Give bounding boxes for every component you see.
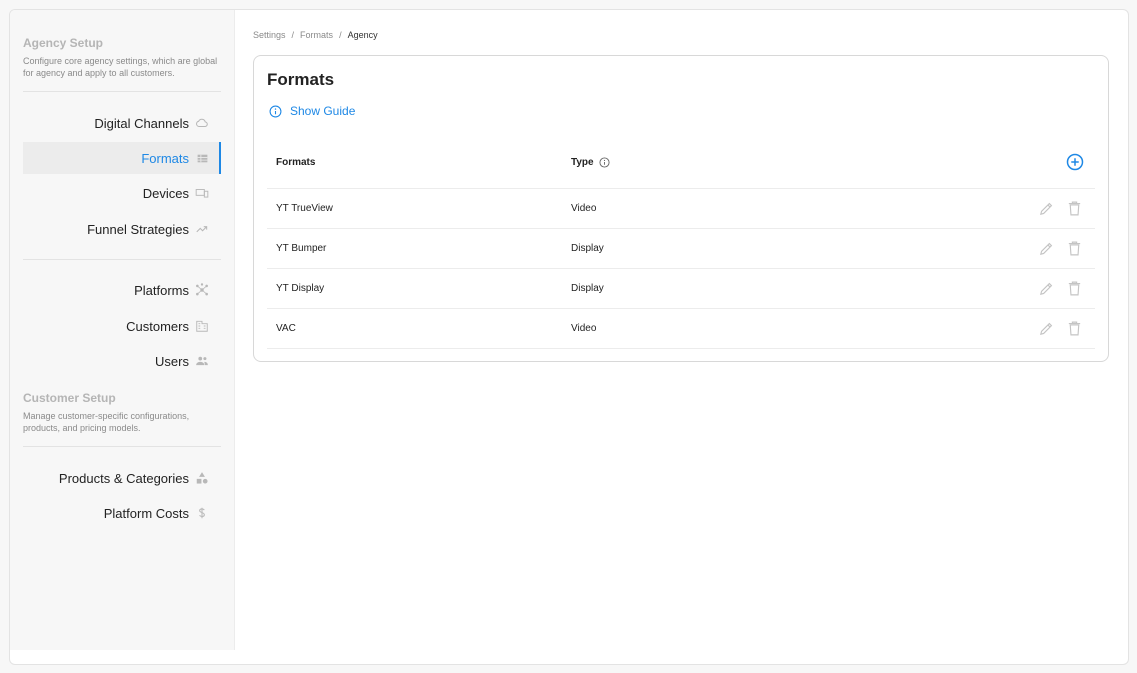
pencil-icon: [1040, 242, 1053, 255]
sidebar-divider: [23, 259, 221, 260]
row-divider: [267, 348, 1095, 349]
people-icon: [195, 354, 209, 368]
dollar-icon: [195, 506, 209, 520]
trending-up-icon: [195, 222, 209, 236]
format-type-cell: Video: [571, 203, 597, 214]
add-circle-icon: [1066, 153, 1084, 171]
breadcrumb-separator: /: [291, 30, 295, 40]
sidebar-item-formats[interactable]: Formats: [23, 142, 221, 174]
customer-setup-header: Customer Setup Manage customer-specific …: [23, 391, 203, 434]
pencil-icon: [1040, 202, 1053, 215]
table-row: YT Display Display: [267, 269, 1095, 309]
sidebar-item-label: Formats: [141, 150, 189, 166]
format-type-cell: Display: [571, 243, 604, 254]
sidebar-item-label: Funnel Strategies: [87, 221, 189, 237]
trash-icon: [1068, 241, 1081, 256]
page-title: Formats: [267, 70, 335, 89]
add-format-button[interactable]: [1066, 153, 1084, 171]
sidebar-item-label: Platforms: [134, 282, 189, 298]
customer-setup-title: Customer Setup: [23, 391, 116, 405]
table-row: YT Bumper Display: [267, 229, 1095, 269]
breadcrumb-settings[interactable]: Settings: [253, 30, 286, 40]
breadcrumb-separator: /: [339, 30, 342, 40]
breadcrumb-agency: Agency: [347, 30, 378, 40]
agency-setup-title: Agency Setup: [23, 36, 104, 50]
agency-setup-description: Configure core agency settings, which ar…: [23, 56, 218, 78]
agency-setup-header: Agency Setup Configure core agency setti…: [23, 36, 223, 79]
show-guide-link[interactable]: Show Guide: [269, 104, 355, 118]
breadcrumb-formats[interactable]: Formats: [300, 30, 333, 40]
format-type-cell: Display: [571, 283, 604, 294]
column-header-type[interactable]: Type: [571, 157, 610, 168]
formats-card: Formats Show Guide Formats Type YT TrueV…: [253, 55, 1109, 362]
trash-icon: [1068, 201, 1081, 216]
pencil-icon: [1040, 282, 1053, 295]
app-frame: Agency Setup Configure core agency setti…: [9, 9, 1129, 665]
sidebar-item-label: Devices: [142, 185, 189, 201]
table-row: YT TrueView Video: [267, 189, 1095, 229]
sidebar-item-users[interactable]: Users: [23, 345, 221, 377]
delete-button[interactable]: [1066, 240, 1083, 257]
category-icon: [195, 471, 209, 485]
column-header-formats[interactable]: Formats: [276, 157, 315, 168]
devices-icon: [195, 186, 209, 200]
cloud-icon: [195, 116, 209, 130]
sidebar-item-label: Customers: [126, 318, 189, 334]
format-type-cell: Video: [571, 323, 597, 334]
pencil-icon: [1040, 322, 1053, 335]
sidebar-item-customers[interactable]: Customers: [23, 310, 221, 342]
trash-icon: [1068, 281, 1081, 296]
sidebar-item-funnel-strategies[interactable]: Funnel Strategies: [23, 213, 221, 245]
format-name-cell: YT TrueView: [276, 203, 333, 214]
edit-button[interactable]: [1038, 240, 1055, 257]
show-guide-label: Show Guide: [290, 104, 356, 118]
format-name-cell: VAC: [276, 323, 296, 334]
format-name-cell: YT Display: [276, 283, 325, 294]
sidebar-item-platforms[interactable]: Platforms: [23, 274, 221, 306]
sidebar-item-label: Digital Channels: [94, 115, 189, 131]
sidebar-divider: [23, 446, 221, 447]
delete-button[interactable]: [1066, 200, 1083, 217]
sidebar: Agency Setup Configure core agency setti…: [10, 10, 235, 650]
edit-button[interactable]: [1038, 320, 1055, 337]
delete-button[interactable]: [1066, 280, 1083, 297]
column-header-label: Formats: [276, 157, 316, 168]
customer-setup-description: Manage customer-specific configurations,…: [23, 411, 190, 433]
format-name-cell: YT Bumper: [276, 243, 327, 254]
info-icon: [269, 105, 282, 118]
table-row: VAC Video: [267, 309, 1095, 349]
building-icon: [195, 319, 209, 333]
column-header-label: Type: [571, 157, 594, 168]
table-icon: [195, 151, 209, 165]
hub-icon: [195, 283, 209, 297]
sidebar-item-label: Platform Costs: [103, 505, 189, 521]
trash-icon: [1068, 321, 1081, 336]
delete-button[interactable]: [1066, 320, 1083, 337]
info-icon[interactable]: [599, 157, 610, 168]
sidebar-item-digital-channels[interactable]: Digital Channels: [23, 107, 221, 139]
edit-button[interactable]: [1038, 200, 1055, 217]
sidebar-item-platform-costs[interactable]: Platform Costs: [23, 497, 221, 529]
sidebar-item-products-categories[interactable]: Products & Categories: [23, 462, 221, 494]
sidebar-item-devices[interactable]: Devices: [23, 177, 221, 209]
breadcrumb: Settings / Formats / Agency: [253, 30, 378, 40]
edit-button[interactable]: [1038, 280, 1055, 297]
sidebar-divider: [23, 91, 221, 92]
sidebar-item-label: Users: [155, 353, 189, 369]
sidebar-item-label: Products & Categories: [58, 470, 189, 486]
